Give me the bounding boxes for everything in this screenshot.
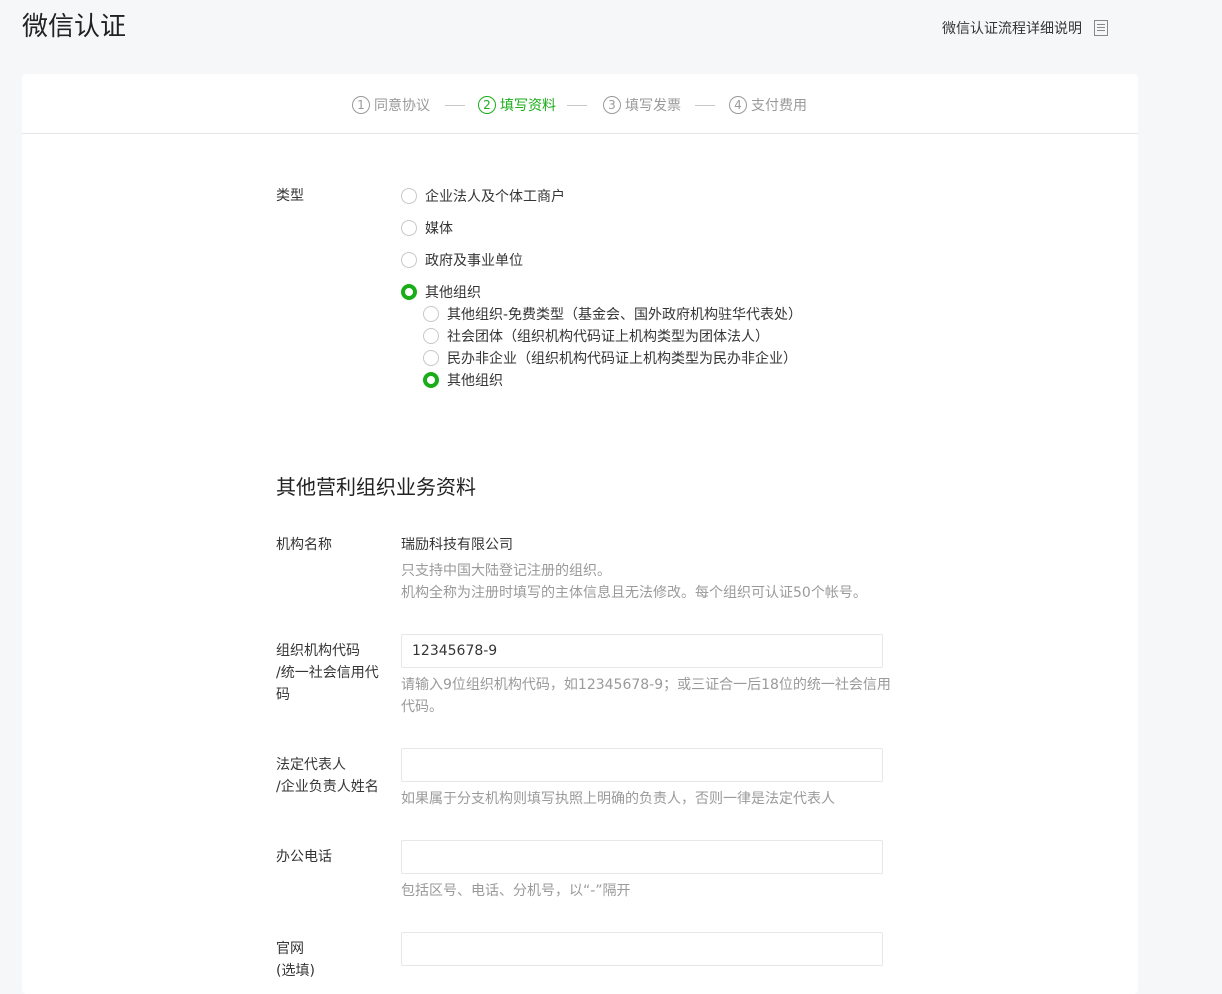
step-separator	[567, 105, 587, 106]
step-label: 填写资料	[500, 98, 556, 114]
radio-sub-private-nonenterprise[interactable]: 民办非企业（组织机构代码证上机构类型为民办非企业）	[423, 348, 797, 368]
org-code-label-1: 组织机构代码	[276, 643, 360, 659]
website-input[interactable]	[401, 932, 883, 966]
radio-circle-icon	[423, 350, 439, 366]
radio-label: 媒体	[425, 221, 453, 237]
radio-checked-icon	[423, 372, 439, 388]
document-icon	[1094, 20, 1108, 36]
phone-label: 办公电话	[276, 849, 332, 865]
radio-circle-icon	[401, 188, 417, 204]
radio-circle-icon	[401, 252, 417, 268]
radio-sub-social-group[interactable]: 社会团体（组织机构代码证上机构类型为团体法人）	[423, 326, 769, 346]
type-label: 类型	[276, 188, 304, 204]
radio-enterprise[interactable]: 企业法人及个体工商户	[401, 186, 565, 206]
legal-rep-input[interactable]	[401, 748, 883, 782]
step-fill-info: 2 填写资料	[478, 95, 556, 115]
step-label: 同意协议	[374, 98, 430, 114]
org-code-hint: 请输入9位组织机构代码，如12345678-9；或三证合一后18位的统一社会信用…	[401, 677, 891, 715]
radio-label: 其他组织	[447, 373, 503, 389]
radio-circle-icon	[423, 306, 439, 322]
legal-rep-label-1: 法定代表人	[276, 757, 346, 773]
org-name-label: 机构名称	[276, 537, 332, 553]
radio-sub-free-type[interactable]: 其他组织-免费类型（基金会、国外政府机构驻华代表处）	[423, 304, 802, 324]
org-name-hint-1: 只支持中国大陆登记注册的组织。	[401, 563, 611, 579]
org-name-value: 瑞励科技有限公司	[401, 537, 513, 553]
help-link-label: 微信认证流程详细说明	[942, 21, 1082, 37]
radio-circle-icon	[401, 220, 417, 236]
page-title: 微信认证	[22, 12, 127, 42]
radio-government[interactable]: 政府及事业单位	[401, 250, 523, 270]
org-code-label-2: /统一社会信用代	[276, 665, 379, 681]
phone-hint: 包括区号、电话、分机号，以“-”隔开	[401, 883, 631, 899]
step-payment: 4 支付费用	[729, 95, 807, 115]
step-separator	[695, 105, 715, 106]
step-number: 3	[603, 96, 621, 114]
radio-label: 政府及事业单位	[425, 253, 523, 269]
step-separator	[445, 105, 465, 106]
step-number: 1	[352, 96, 370, 114]
website-label-2: (选填)	[276, 963, 315, 979]
website-label-1: 官网	[276, 941, 304, 957]
radio-media[interactable]: 媒体	[401, 218, 453, 238]
legal-rep-label-2: /企业负责人姓名	[276, 779, 379, 795]
radio-label: 其他组织	[425, 285, 481, 301]
radio-label: 社会团体（组织机构代码证上机构类型为团体法人）	[447, 329, 769, 345]
step-invoice: 3 填写发票	[603, 95, 681, 115]
org-name-hint-2: 机构全称为注册时填写的主体信息且无法修改。每个组织可认证50个帐号。	[401, 585, 867, 601]
radio-label: 企业法人及个体工商户	[425, 189, 565, 205]
certification-help-link[interactable]: 微信认证流程详细说明	[942, 16, 1108, 40]
step-number: 4	[729, 96, 747, 114]
org-code-input[interactable]	[401, 634, 883, 668]
radio-other-org[interactable]: 其他组织	[401, 282, 481, 302]
progress-steps: 1 同意协议 2 填写资料 3 填写发票 4 支付费用	[22, 74, 1138, 134]
step-label: 支付费用	[751, 98, 807, 114]
radio-sub-other-org[interactable]: 其他组织	[423, 370, 503, 390]
form-card: 1 同意协议 2 填写资料 3 填写发票 4 支付费用 类型 企业法人及个体工商…	[22, 74, 1138, 994]
radio-checked-icon	[401, 284, 417, 300]
section-title: 其他营利组织业务资料	[276, 475, 476, 499]
org-code-label-3: 码	[276, 687, 290, 703]
radio-label: 其他组织-免费类型（基金会、国外政府机构驻华代表处）	[447, 307, 803, 323]
radio-circle-icon	[423, 328, 439, 344]
legal-rep-hint: 如果属于分支机构则填写执照上明确的负责人，否则一律是法定代表人	[401, 791, 835, 807]
step-agreement: 1 同意协议	[352, 95, 430, 115]
step-number: 2	[478, 96, 496, 114]
radio-label: 民办非企业（组织机构代码证上机构类型为民办非企业）	[447, 351, 797, 367]
phone-input[interactable]	[401, 840, 883, 874]
step-label: 填写发票	[625, 98, 681, 114]
